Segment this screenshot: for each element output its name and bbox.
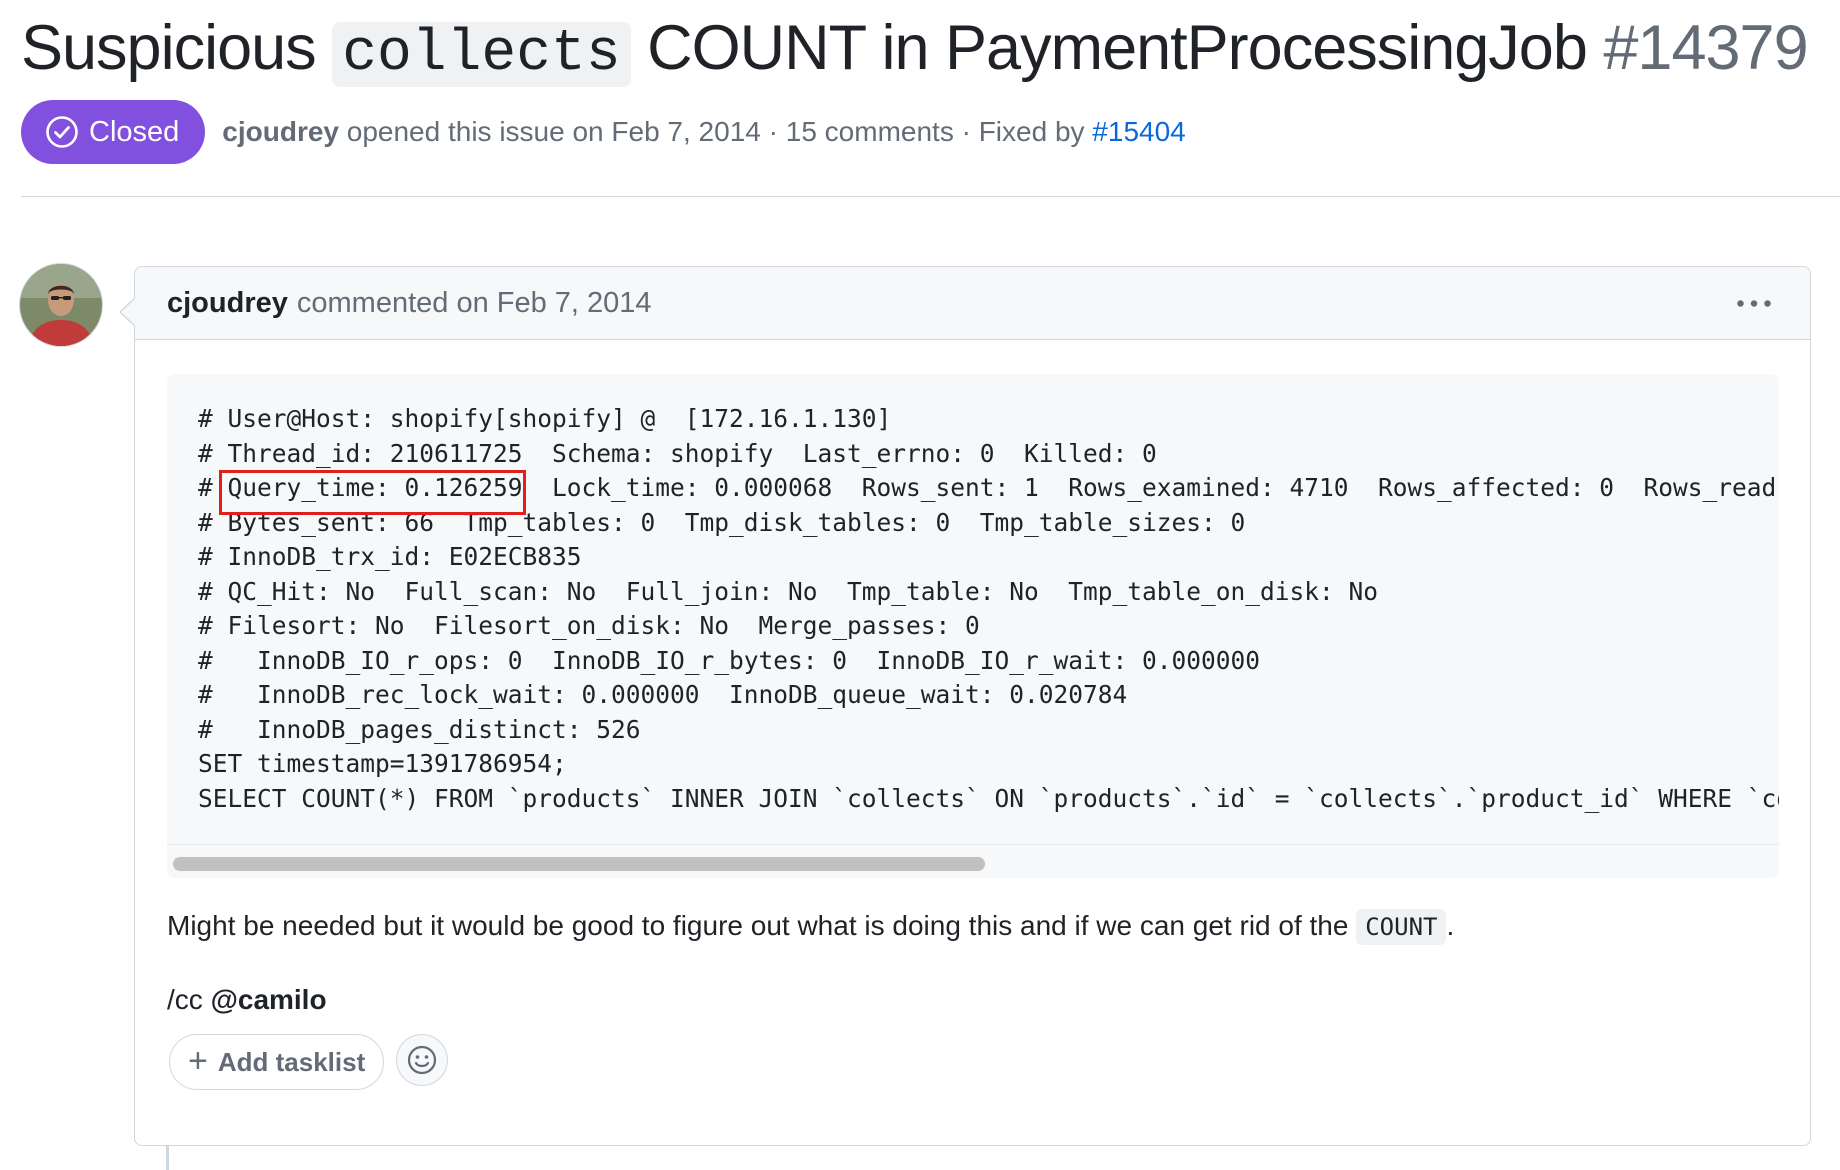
- comment-header: cjoudrey commented on Feb 7, 2014: [135, 267, 1810, 340]
- add-tasklist-label: Add tasklist: [217, 1046, 366, 1077]
- code-line: # InnoDB_IO_r_ops: 0 InnoDB_IO_r_bytes: …: [198, 645, 1261, 675]
- code-content: # User@Host: shopify[shopify] @ [172.16.…: [198, 402, 1779, 816]
- code-line: # Filesort: No Filesort_on_disk: No Merg…: [198, 611, 980, 640]
- comment-author-link[interactable]: cjoudrey: [167, 287, 288, 320]
- code-line: SELECT COUNT(*) FROM `products` INNER JO…: [198, 783, 1779, 813]
- add-reaction-button[interactable]: [396, 1034, 448, 1086]
- code-line: # InnoDB_trx_id: E02ECB835: [198, 542, 582, 571]
- inline-code: COUNT: [1356, 909, 1447, 945]
- fixed-by-link[interactable]: #15404: [1092, 116, 1185, 148]
- avatar-image: [20, 264, 102, 346]
- comment-card: cjoudrey commented on Feb 7, 2014 # User…: [119, 266, 1811, 1146]
- issue-author-link[interactable]: cjoudrey: [222, 116, 339, 148]
- issue-number: #14379: [1603, 13, 1808, 83]
- mention-link[interactable]: @camilo: [211, 984, 327, 1015]
- code-line: # User@Host: shopify[shopify] @ [172.16.…: [198, 404, 892, 433]
- comment-text: Might be needed but it would be good to …: [167, 906, 1454, 947]
- comment-text-end: .: [1446, 910, 1455, 941]
- cc-prefix: /cc: [167, 984, 203, 1015]
- code-line: # InnoDB_pages_distinct: 526: [198, 714, 641, 744]
- comments-count-text: · 15 comments · Fixed by: [768, 116, 1085, 147]
- comment-timestamp[interactable]: commented on Feb 7, 2014: [297, 287, 652, 320]
- plus-icon: +: [188, 1041, 208, 1080]
- smiley-icon: [407, 1045, 437, 1075]
- scrollbar-thumb[interactable]: [173, 857, 985, 871]
- horizontal-scrollbar[interactable]: [167, 844, 1779, 878]
- code-line: # InnoDB_rec_lock_wait: 0.000000 InnoDB_…: [198, 680, 1128, 709]
- code-line: # QC_Hit: No Full_scan: No Full_join: No…: [198, 576, 1379, 606]
- comment-text-main: Might be needed but it would be good to …: [167, 910, 1349, 941]
- more-options-icon[interactable]: [1734, 289, 1774, 317]
- code-block[interactable]: # User@Host: shopify[shopify] @ [172.16.…: [167, 374, 1779, 878]
- cc-line: /cc @camilo: [167, 980, 327, 1020]
- issue-title-suffix: COUNT in PaymentProcessingJob: [647, 13, 1588, 83]
- status-badge: Closed: [21, 100, 206, 164]
- opened-text: opened this issue on Feb 7, 2014: [346, 116, 761, 147]
- check-circle-icon: [46, 116, 78, 148]
- issue-title-prefix: Suspicious: [21, 13, 317, 83]
- header-divider: [21, 196, 1840, 197]
- issue-title: Suspicious collects COUNT in PaymentProc…: [21, 10, 1809, 93]
- code-line: # Thread_id: 210611725 Schema: shopify L…: [198, 438, 1157, 468]
- status-label: Closed: [89, 115, 180, 148]
- add-tasklist-button[interactable]: + Add tasklist: [169, 1034, 385, 1090]
- timeline-line: [166, 1146, 169, 1170]
- query-time-highlight-box: [219, 470, 526, 515]
- avatar[interactable]: [20, 264, 102, 346]
- issue-meta: Closed cjoudrey opened this issue on Feb…: [21, 100, 1186, 164]
- code-line: SET timestamp=1391786954;: [198, 749, 567, 778]
- issue-title-code: collects: [332, 22, 631, 87]
